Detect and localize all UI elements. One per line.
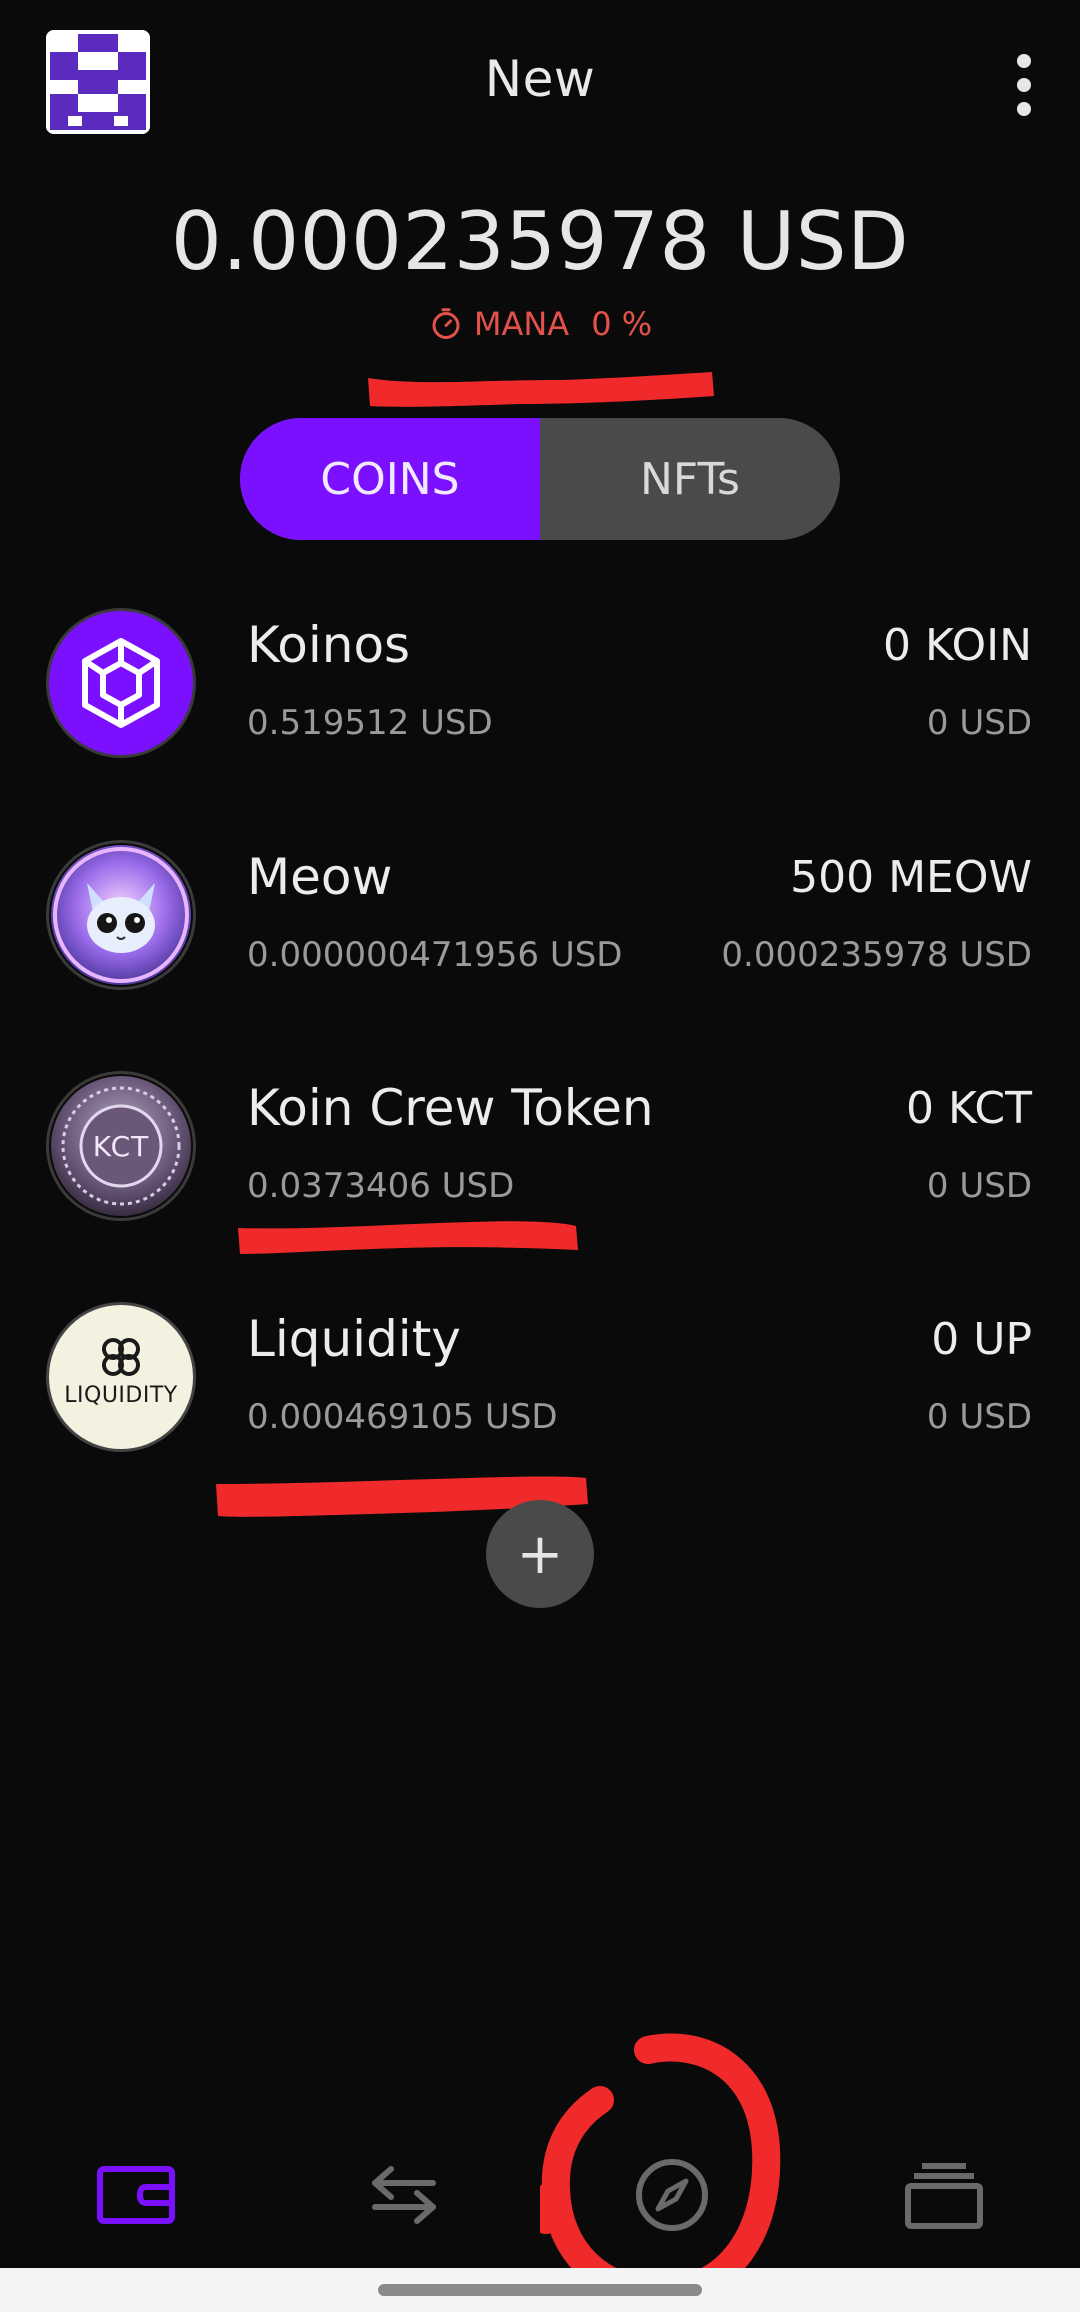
bottom-navigation [0,2130,1080,2260]
tab-coins[interactable]: COINS [240,418,540,540]
token-amount: 0 KCT [905,1083,1032,1134]
nav-explore[interactable] [612,2130,732,2260]
wallet-name[interactable]: New [0,50,1080,108]
add-token-button[interactable]: + [486,1500,594,1608]
token-amount: 0 UP [931,1314,1032,1365]
token-amount: 0 KOIN [883,620,1032,671]
mana-percent: 0 % [591,305,653,343]
koinos-logo-icon [46,608,196,758]
token-value: 0.000235978 USD [721,935,1032,975]
token-name: Meow [247,848,393,906]
token-price: 0.000469105 USD [247,1397,558,1437]
nav-wallet[interactable] [76,2130,196,2260]
token-name: Koin Crew Token [247,1079,654,1137]
nav-collections[interactable] [884,2130,1004,2260]
token-value: 0 USD [926,1397,1032,1437]
mana-label: MANA [473,305,570,343]
total-balance: 0.000235978 USD [170,195,910,288]
kct-logo-text: KCT [92,1129,150,1163]
liquidity-logo-icon: LIQUIDITY [46,1302,196,1452]
asset-type-tabs: COINS NFTs [240,418,840,540]
token-value: 0 USD [926,703,1032,743]
token-row-koinos[interactable]: Koinos 0.519512 USD 0 KOIN 0 USD [0,608,1080,788]
overflow-menu-icon[interactable] [996,50,1052,120]
token-value: 0 USD [926,1166,1032,1206]
compass-icon [636,2159,708,2231]
red-underline-annotation [368,372,714,407]
token-row-kct[interactable]: KCT Koin Crew Token 0.0373406 USD 0 KCT … [0,1071,1080,1251]
swap-icon [372,2166,436,2224]
wallet-icon [97,2166,175,2224]
wallet-screen: New 0.000235978 USD MANA 0 % COINS NFTs [0,0,1080,2312]
token-row-meow[interactable]: Meow 0.000000471956 USD 500 MEOW 0.00023… [0,840,1080,1020]
home-indicator[interactable] [378,2284,702,2296]
mana-indicator[interactable]: MANA 0 % [0,305,1080,343]
token-row-liquidity[interactable]: LIQUIDITY Liquidity 0.000469105 USD 0 UP… [0,1302,1080,1482]
token-price: 0.0373406 USD [247,1166,515,1206]
kct-logo-icon: KCT [46,1071,196,1221]
token-name: Liquidity [247,1310,461,1368]
timer-icon [432,308,460,339]
tab-nfts[interactable]: NFTs [540,418,840,540]
cards-icon [905,2163,983,2229]
meow-logo-icon [46,840,196,990]
token-amount: 500 MEOW [790,852,1032,903]
liquidity-logo-text: LIQUIDITY [64,1383,178,1408]
token-price: 0.519512 USD [247,703,493,743]
nav-swap[interactable] [344,2130,464,2260]
token-name: Koinos [247,616,411,674]
token-price: 0.000000471956 USD [247,935,623,975]
